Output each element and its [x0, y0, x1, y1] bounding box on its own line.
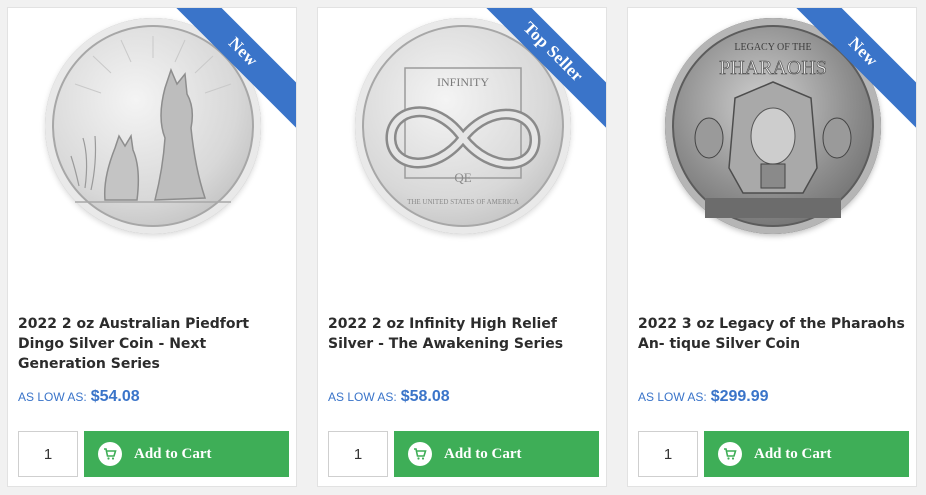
- pharaohs-coin-art: LEGACY OF THE PHARAOHS: [694, 42, 852, 218]
- add-to-cart-button[interactable]: Add to Cart: [394, 431, 599, 477]
- coin-text-top: INFINITY: [437, 75, 489, 89]
- add-to-cart-label: Add to Cart: [134, 445, 212, 462]
- add-to-cart-label: Add to Cart: [754, 445, 832, 462]
- price-label: AS LOW AS:: [638, 390, 707, 404]
- coin-text-mid: QE: [454, 170, 471, 185]
- dingo-coin-image[interactable]: [45, 18, 261, 234]
- product-grid: New 2022 2 oz Australian Piedfort Dingo …: [0, 0, 926, 495]
- infinity-coin-image[interactable]: INFINITY QE THE UNITED STATES OF AMERICA: [355, 18, 571, 234]
- quantity-input[interactable]: [328, 431, 388, 477]
- cart-icon: [718, 442, 742, 466]
- pharaohs-coin-image[interactable]: LEGACY OF THE PHARAOHS: [665, 18, 881, 234]
- dingo-coin-art: [70, 36, 232, 203]
- price-row: AS LOW AS: $58.08: [328, 388, 450, 406]
- add-to-cart-button[interactable]: Add to Cart: [84, 431, 289, 477]
- price-value: $58.08: [400, 388, 450, 405]
- product-card: LEGACY OF THE PHARAOHS New 2022 3 oz Leg…: [627, 7, 917, 487]
- price-value: $299.99: [710, 388, 769, 405]
- quantity-input[interactable]: [18, 431, 78, 477]
- product-title[interactable]: 2022 2 oz Australian Piedfort Dingo Silv…: [18, 314, 286, 374]
- add-to-cart-button[interactable]: Add to Cart: [704, 431, 909, 477]
- price-label: AS LOW AS:: [18, 390, 87, 404]
- price-row: AS LOW AS: $299.99: [638, 388, 769, 406]
- product-title[interactable]: 2022 3 oz Legacy of the Pharaohs An- tiq…: [638, 314, 906, 354]
- coin-text-bottom: THE UNITED STATES OF AMERICA: [407, 198, 519, 206]
- cart-icon: [408, 442, 432, 466]
- coin-text-mid: PHARAOHS: [719, 57, 827, 79]
- quantity-input[interactable]: [638, 431, 698, 477]
- cart-icon: [98, 442, 122, 466]
- product-title[interactable]: 2022 2 oz Infinity High Relief Silver - …: [328, 314, 596, 354]
- coin-text-top: LEGACY OF THE: [734, 42, 811, 53]
- product-card: INFINITY QE THE UNITED STATES OF AMERICA…: [317, 7, 607, 487]
- price-label: AS LOW AS:: [328, 390, 397, 404]
- price-row: AS LOW AS: $54.08: [18, 388, 140, 406]
- product-card: New 2022 2 oz Australian Piedfort Dingo …: [7, 7, 297, 487]
- price-value: $54.08: [90, 388, 140, 405]
- add-to-cart-label: Add to Cart: [444, 445, 522, 462]
- infinity-coin-art: INFINITY QE THE UNITED STATES OF AMERICA: [385, 67, 541, 206]
